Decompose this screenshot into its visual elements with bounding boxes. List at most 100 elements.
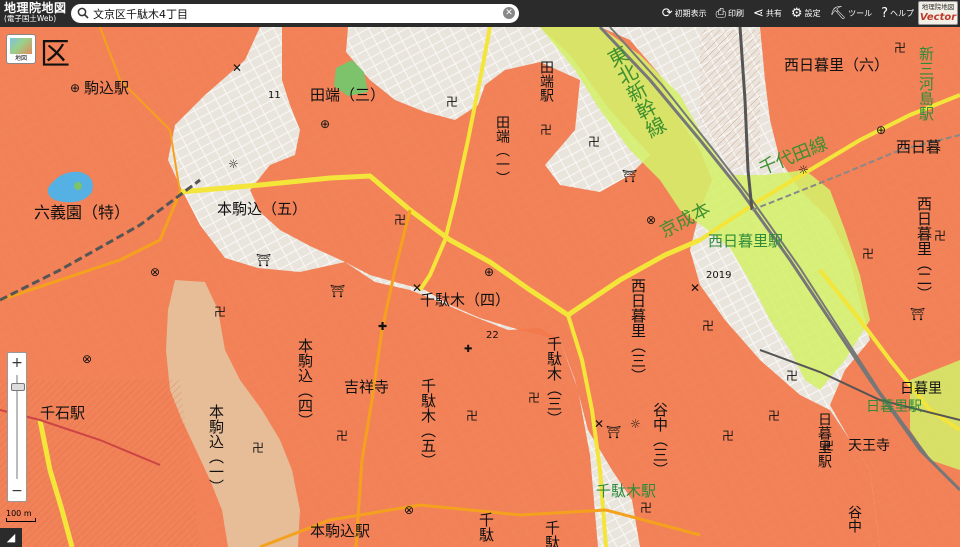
layer-thumbnail [10, 38, 32, 54]
temple-symbol: 卍 [214, 305, 226, 319]
label-tabata-3: 田端（三） [310, 86, 385, 104]
bus-x-symbol: ✕ [412, 281, 422, 295]
zoom-control: + − [7, 352, 27, 502]
temple-symbol: 卍 [336, 429, 348, 443]
shrine-symbol: ⛩ [606, 425, 621, 439]
app-title: 地理院地図 [4, 1, 67, 15]
toolbar: ⟳ 初期表示 ⎙ 印刷 ⋖ 共有 ⚙ 設定 ⛏ ツール ? ヘルプ [653, 0, 914, 27]
label-sendagi-4: 千駄木（四） [420, 291, 510, 309]
temple-symbol: 卍 [588, 135, 600, 149]
zoom-slider-handle[interactable] [11, 383, 25, 391]
label-nishinippori-a: 西日暮 [896, 138, 941, 156]
label-tabata-1: 田端（一） [494, 115, 510, 185]
post-office-symbol: ⊕ [876, 123, 886, 137]
map-canvas[interactable]: 区 駒込駅 六義園（特） 本駒込（五） 田端（三） 田端（一） 田端駅 東北新幹… [0, 0, 960, 547]
top-bar: 地理院地図 (電子国土Web) ✕ ⟳ 初期表示 ⎙ 印刷 ⋖ 共有 ⚙ 設定 … [0, 0, 960, 27]
scale-bar: 100 m [6, 509, 36, 522]
bus-x-symbol: ✕ [690, 281, 700, 295]
share-label: 共有 [765, 9, 782, 18]
label-elevation-2019: 2019 [706, 270, 731, 281]
layer-select-button[interactable]: 地図 [6, 34, 36, 64]
temple-symbol: 卍 [934, 229, 946, 243]
temple-symbol: 卍 [466, 409, 478, 423]
vector-map-button[interactable]: 地理院地図 Vector [918, 1, 958, 25]
label-tennoji: 天王寺 [848, 438, 890, 454]
gear-icon: ⚙ [790, 6, 803, 21]
temple-symbol: 卍 [640, 501, 652, 515]
school-symbol: ☼ [228, 157, 239, 171]
label-yanaka: 谷中 [846, 505, 862, 533]
search-icon[interactable] [77, 7, 89, 19]
label-tabata-station: 田端駅 [538, 60, 554, 102]
temple-symbol: 卍 [822, 439, 834, 453]
scale-label: 100 m [6, 509, 32, 518]
tool-icon: ⛏ [829, 6, 847, 21]
temple-symbol: 卍 [540, 123, 552, 137]
shrine-symbol: ⛩ [330, 284, 345, 298]
label-elevation-22: 22 [486, 330, 499, 341]
temple-symbol: 卍 [722, 429, 734, 443]
label-nippori-a: 日暮里 [900, 381, 942, 397]
label-nishinippori-3: 西日暮里（三） [629, 278, 647, 383]
app-logo[interactable]: 地理院地図 (電子国土Web) [4, 2, 67, 23]
temple-symbol: 卍 [252, 441, 264, 455]
printer-icon: ⎙ [715, 6, 727, 21]
label-kichijoji: 吉祥寺 [344, 378, 389, 396]
label-shin-mikawashima-station: 新三河島駅 [917, 46, 935, 121]
temple-symbol: 卍 [894, 41, 906, 55]
zoom-in-button[interactable]: + [8, 355, 26, 371]
temple-symbol: 卍 [702, 319, 714, 333]
settings-label: 設定 [804, 9, 821, 18]
search-box: ✕ [71, 4, 519, 23]
close-icon[interactable]: ✕ [503, 7, 515, 19]
temple-symbol: 卍 [862, 247, 874, 261]
share-icon: ⋖ [753, 6, 764, 21]
label-hon-komagome-4: 本駒込（四） [296, 338, 314, 428]
temple-symbol: 卍 [786, 369, 798, 383]
zoom-out-button[interactable]: − [8, 483, 26, 499]
print-button[interactable]: ⎙ 印刷 [716, 7, 744, 20]
temple-symbol: 卍 [446, 95, 458, 109]
help-button[interactable]: ? ヘルプ [881, 7, 914, 20]
shrine-symbol: ⛩ [910, 307, 925, 321]
collapse-button[interactable]: ◢ [0, 528, 22, 547]
post-office-symbol: ⊕ [320, 117, 330, 131]
label-hon-komagome-5: 本駒込（五） [217, 200, 307, 218]
settings-button[interactable]: ⚙ 設定 [791, 7, 821, 20]
app-subtitle: (電子国土Web) [4, 14, 57, 23]
label-sendagi-station: 千駄木駅 [596, 482, 656, 500]
scale-line [6, 518, 36, 522]
police-symbol: ⊗ [82, 352, 92, 366]
label-sendagi-3: 千駄木（三） [545, 336, 563, 426]
bus-x-symbol: ✕ [594, 417, 604, 431]
share-button[interactable]: ⋖ 共有 [753, 7, 782, 20]
search-input[interactable] [93, 5, 493, 22]
tools-button[interactable]: ⛏ ツール [830, 7, 873, 20]
label-nippori-station: 日暮里駅 [866, 399, 922, 415]
label-hon-komagome-station: 本駒込駅 [310, 522, 370, 540]
post-office-symbol: ⊕ [70, 81, 80, 95]
label-nishinippori-station: 西日暮里駅 [708, 232, 783, 250]
label-hon-komagome-1: 本駒込（一） [207, 404, 225, 494]
label-elevation-11: 11 [268, 90, 281, 101]
label-komagome-station: 駒込駅 [84, 79, 129, 97]
shrine-symbol: ⛩ [622, 169, 637, 183]
reset-view-label: 初期表示 [674, 9, 707, 18]
tools-label: ツール [848, 9, 873, 18]
school-symbol: ☼ [630, 417, 641, 431]
label-sendagi-c: 千駄 [543, 520, 561, 547]
bus-x-symbol: ✕ [232, 61, 242, 75]
police-symbol: ⊗ [150, 265, 160, 279]
school-symbol: ☼ [798, 163, 809, 177]
label-rikugien: 六義園（特） [34, 203, 130, 222]
post-office-symbol: ⊕ [484, 265, 494, 279]
pond-island [74, 182, 82, 190]
vector-badge-bottom: Vector [919, 12, 957, 23]
label-bunkyo-ku: 区 [40, 37, 70, 72]
temple-symbol: 卍 [394, 213, 406, 227]
shrine-symbol: ⛩ [256, 253, 271, 267]
reset-view-button[interactable]: ⟳ 初期表示 [662, 7, 707, 20]
label-sendagi-b: 千駄 [477, 512, 495, 542]
vector-badge-top: 地理院地図 [921, 3, 955, 11]
hospital-symbol: ✚ [464, 344, 472, 355]
